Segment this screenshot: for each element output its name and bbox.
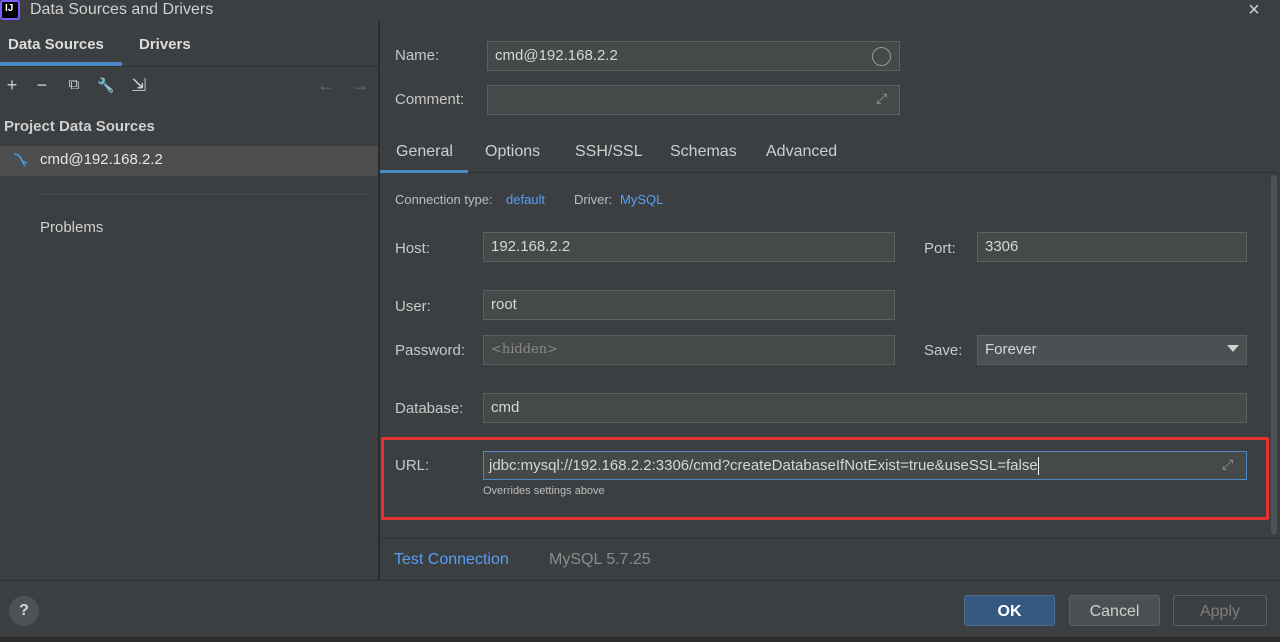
section-title: Project Data Sources bbox=[4, 118, 155, 135]
password-field[interactable]: <hidden> bbox=[483, 335, 895, 365]
wrench-icon[interactable]: 🔧 bbox=[95, 74, 117, 96]
problems-item[interactable]: Problems bbox=[40, 219, 103, 236]
tab-drivers[interactable]: Drivers bbox=[139, 36, 191, 53]
tab-advanced[interactable]: Advanced bbox=[766, 143, 837, 161]
password-label: Password: bbox=[395, 342, 466, 359]
test-connection-link[interactable]: Test Connection bbox=[394, 551, 509, 569]
server-version: MySQL 5.7.25 bbox=[549, 551, 651, 568]
save-label: Save: bbox=[924, 342, 963, 359]
status-strip bbox=[0, 637, 1280, 642]
comment-field[interactable] bbox=[487, 85, 900, 115]
name-field[interactable]: cmd@192.168.2.2 bbox=[487, 41, 900, 71]
splitter[interactable] bbox=[378, 22, 380, 580]
url-value: jdbc:mysql://192.168.2.2:3306/cmd?create… bbox=[489, 457, 1038, 474]
remove-icon[interactable]: − bbox=[31, 74, 53, 96]
active-tab-indicator bbox=[380, 170, 468, 173]
tab-data-sources[interactable]: Data Sources bbox=[8, 36, 104, 53]
mysql-dolphin-icon bbox=[12, 151, 30, 169]
cancel-button[interactable]: Cancel bbox=[1069, 595, 1160, 626]
user-field[interactable]: root bbox=[483, 290, 895, 320]
name-label: Name: bbox=[395, 47, 440, 64]
help-icon[interactable]: ? bbox=[9, 596, 39, 626]
chevron-down-icon[interactable] bbox=[1227, 345, 1239, 352]
tab-schemas[interactable]: Schemas bbox=[670, 143, 737, 161]
driver-label: Driver: bbox=[574, 192, 613, 207]
comment-label: Comment: bbox=[395, 91, 465, 108]
add-icon[interactable]: + bbox=[1, 74, 23, 96]
expand-icon[interactable]: ⤢ bbox=[1222, 456, 1233, 473]
color-circle-icon[interactable] bbox=[872, 47, 891, 66]
forward-arrow-icon[interactable]: → bbox=[349, 74, 371, 96]
back-arrow-icon[interactable]: ← bbox=[315, 74, 337, 96]
url-hint: Overrides settings above bbox=[483, 485, 605, 497]
connection-type-label: Connection type: bbox=[395, 192, 493, 207]
host-label: Host: bbox=[395, 240, 431, 257]
expand-icon[interactable]: ⤢ bbox=[876, 90, 887, 107]
tab-options[interactable]: Options bbox=[485, 143, 540, 161]
tab-general[interactable]: General bbox=[396, 143, 453, 161]
copy-icon[interactable]: ⧉ bbox=[63, 74, 85, 96]
user-label: User: bbox=[395, 298, 431, 315]
window-title: Data Sources and Drivers bbox=[30, 1, 214, 18]
port-field[interactable]: 3306 bbox=[977, 232, 1247, 262]
ok-button[interactable]: OK bbox=[964, 595, 1055, 626]
database-label: Database: bbox=[395, 400, 464, 417]
vertical-scrollbar[interactable] bbox=[1271, 175, 1277, 535]
app-logo-icon bbox=[0, 0, 20, 20]
apply-button[interactable]: Apply bbox=[1173, 595, 1267, 626]
database-field[interactable]: cmd bbox=[483, 393, 1247, 423]
import-icon[interactable]: ⇲ bbox=[128, 74, 150, 96]
left-panel bbox=[0, 22, 378, 580]
port-label: Port: bbox=[924, 240, 956, 257]
driver-link[interactable]: MySQL bbox=[620, 192, 663, 207]
divider bbox=[380, 538, 1280, 539]
tab-ssh-ssl[interactable]: SSH/SSL bbox=[575, 143, 643, 161]
divider bbox=[380, 172, 1280, 173]
text-caret bbox=[1037, 457, 1039, 476]
url-label: URL: bbox=[395, 457, 430, 474]
save-select[interactable]: Forever bbox=[977, 335, 1247, 365]
divider bbox=[0, 66, 378, 67]
connection-type-link[interactable]: default bbox=[506, 192, 545, 207]
host-field[interactable]: 192.168.2.2 bbox=[483, 232, 895, 262]
close-icon[interactable]: × bbox=[1244, 0, 1264, 20]
divider bbox=[40, 194, 370, 195]
url-field[interactable]: jdbc:mysql://192.168.2.2:3306/cmd?create… bbox=[483, 451, 1247, 480]
data-source-label: cmd@192.168.2.2 bbox=[40, 151, 163, 168]
